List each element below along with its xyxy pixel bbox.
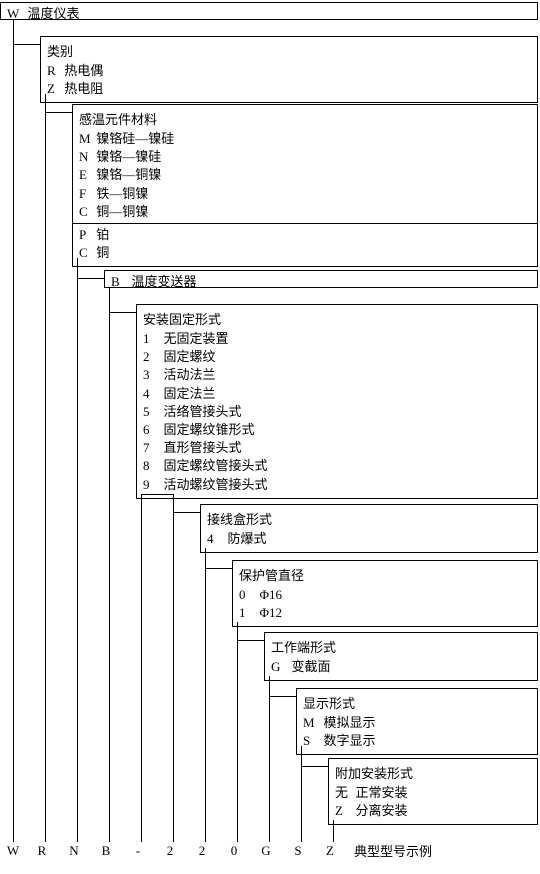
connector-line bbox=[109, 312, 136, 313]
connector-line bbox=[45, 112, 72, 113]
connector-line bbox=[301, 766, 328, 767]
example-code: N bbox=[58, 843, 90, 859]
box-category: 类别 R 热电偶 Z 热电阻 bbox=[40, 36, 538, 103]
model-naming-diagram: W 温度仪表 类别 R 热电偶 Z 热电阻 感温元件材料 M 镍铬硅—镍硅 N … bbox=[0, 0, 540, 874]
box-tube-diameter: 保护管直径 0 Φ16 1 Φ12 bbox=[232, 560, 538, 627]
leader-line bbox=[237, 622, 238, 842]
leader-line bbox=[333, 820, 334, 842]
heading: 感温元件材料 bbox=[79, 109, 531, 128]
leader-line bbox=[141, 494, 142, 842]
example-code: G bbox=[250, 843, 282, 859]
box-additional-mount: 附加安装形式 无 正常安装 Z 分离安装 bbox=[328, 758, 538, 825]
example-code: Z bbox=[314, 843, 346, 859]
box-mounting: 安装固定形式 1 无固定装置 2 固定螺纹 3 活动法兰 4 固定法兰 5 活络… bbox=[136, 304, 538, 499]
box-instrument-type: W 温度仪表 bbox=[0, 2, 538, 20]
leader-line bbox=[173, 494, 174, 842]
leader-line bbox=[77, 258, 78, 842]
leader-line bbox=[45, 94, 46, 842]
example-label: 典型型号示例 bbox=[354, 841, 432, 860]
connector-line bbox=[269, 696, 296, 697]
box-junction-box: 接线盒形式 4 防爆式 bbox=[200, 504, 538, 553]
leader-line bbox=[205, 548, 206, 842]
example-code: B bbox=[90, 843, 122, 859]
code: W bbox=[7, 5, 21, 23]
leader-line bbox=[13, 20, 14, 842]
box-working-end: 工作端形式 G 变截面 bbox=[264, 632, 538, 681]
heading: 类别 bbox=[47, 41, 531, 60]
connector-line bbox=[237, 640, 264, 641]
leader-line bbox=[109, 288, 110, 842]
connector-line bbox=[13, 44, 40, 45]
example-code: 0 bbox=[218, 843, 250, 859]
box-transmitter: B 温度变送器 bbox=[104, 270, 538, 288]
connector-line bbox=[141, 494, 173, 495]
example-code: 2 bbox=[186, 843, 218, 859]
box-sensor-material: 感温元件材料 M 镍铬硅—镍硅 N 镍铬—镍硅 E 镍铬—铜镍 F 铁—铜镍 C… bbox=[72, 104, 538, 267]
box-display: 显示形式 M 模拟显示 S 数字显示 bbox=[296, 688, 538, 755]
example-row: W R N B - 2 2 0 G S Z 典型型号示例 bbox=[0, 841, 540, 860]
connector-line bbox=[77, 278, 104, 279]
example-code: S bbox=[282, 843, 314, 859]
leader-line bbox=[269, 676, 270, 842]
leader-line bbox=[301, 746, 302, 842]
connector-line bbox=[205, 568, 232, 569]
example-code: 2 bbox=[154, 843, 186, 859]
example-code: - bbox=[122, 843, 154, 859]
example-code: W bbox=[0, 843, 26, 859]
connector-line bbox=[173, 512, 200, 513]
example-code: R bbox=[26, 843, 58, 859]
heading: 温度仪表 bbox=[28, 6, 80, 21]
